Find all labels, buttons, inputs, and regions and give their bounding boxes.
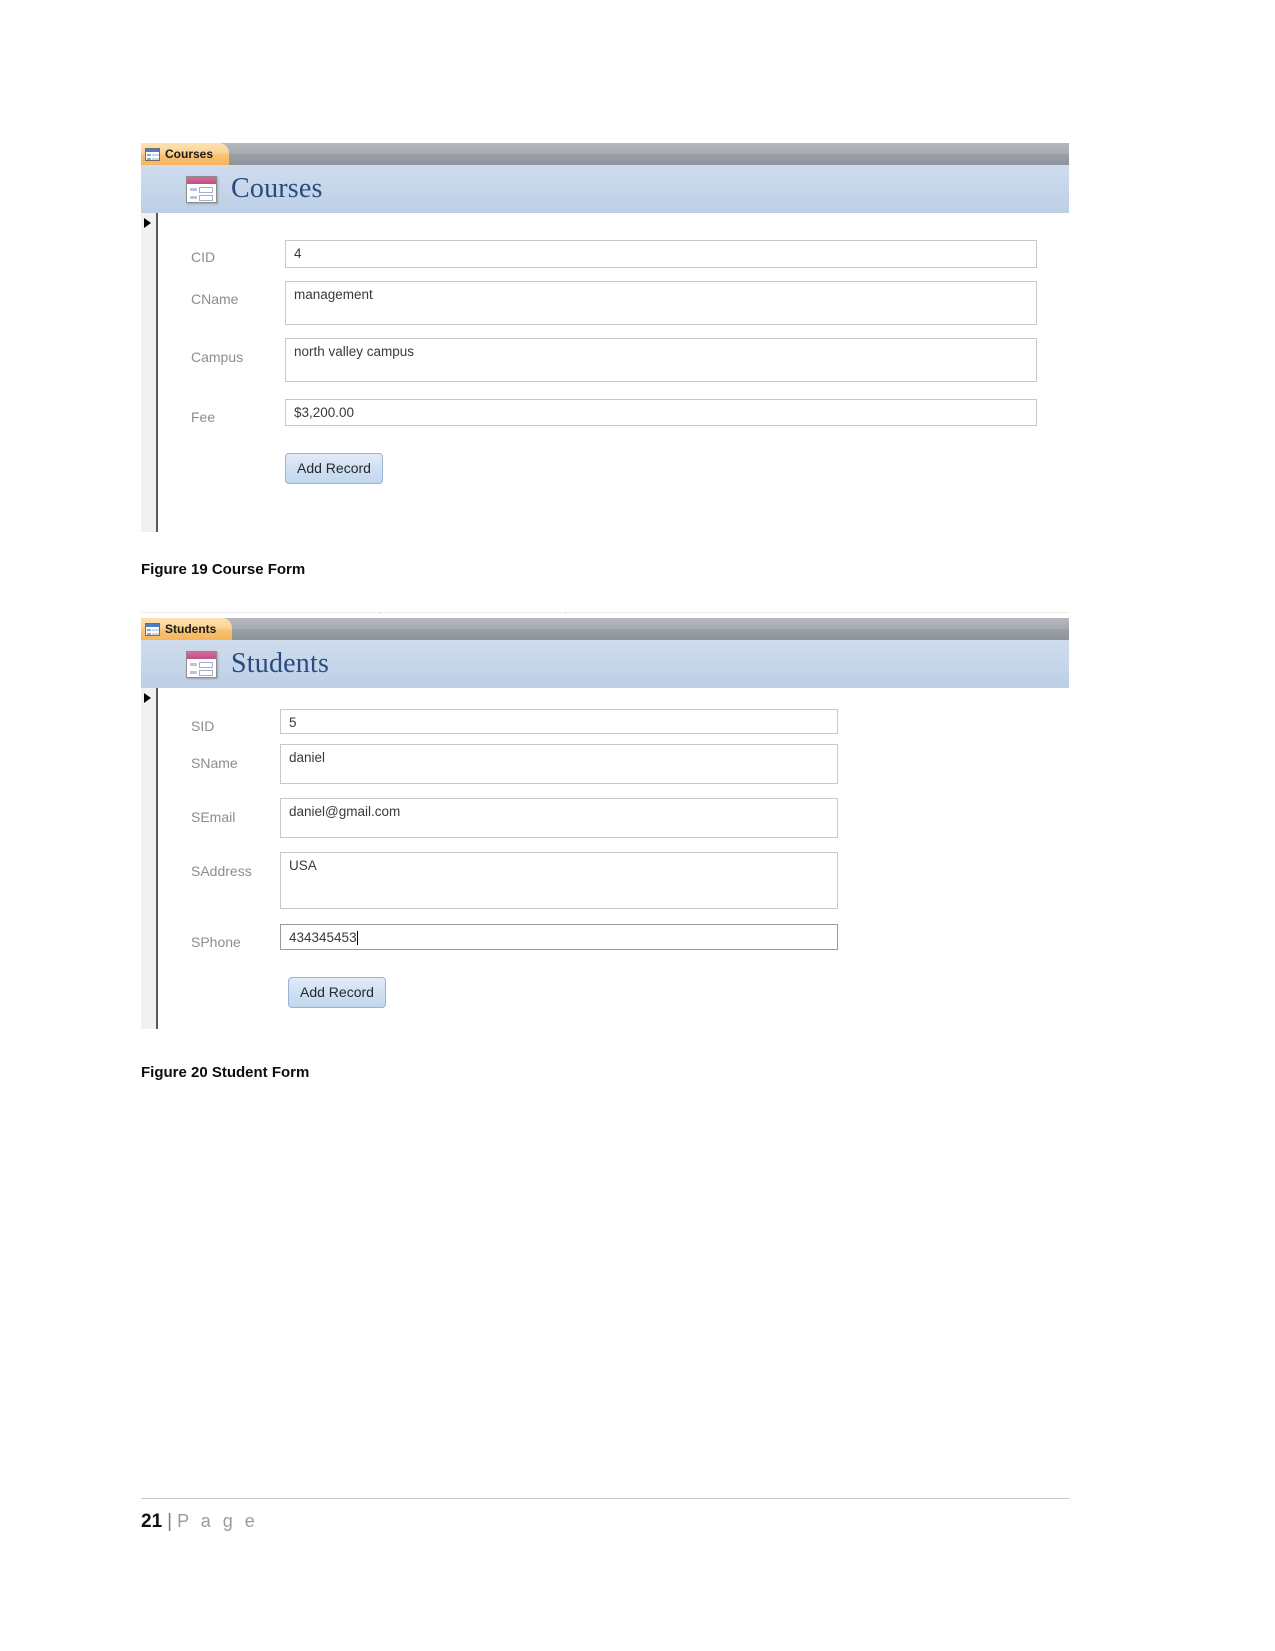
field-label-sphone: SPhone xyxy=(191,934,241,950)
document-tab-label: Courses xyxy=(165,147,214,161)
form-body-courses: CID 4 CName management Campus north vall… xyxy=(141,213,1069,532)
document-tab-courses[interactable]: Courses xyxy=(141,143,230,165)
record-selector-gutter[interactable] xyxy=(141,688,158,1029)
field-input-fee[interactable]: $3,200.00 xyxy=(285,399,1037,426)
add-record-button[interactable]: Add Record xyxy=(285,453,383,484)
field-input-sid[interactable]: 5 xyxy=(280,709,838,734)
form-header-courses: Courses xyxy=(141,165,1069,213)
field-label-sid: SID xyxy=(191,718,215,734)
form-icon xyxy=(145,622,160,636)
footer-page-number: 21 xyxy=(141,1511,163,1532)
footer-page-word: P a g e xyxy=(177,1511,259,1531)
field-input-sname[interactable]: daniel xyxy=(280,744,838,784)
field-label-saddress: SAddress xyxy=(191,863,252,879)
form-header-students: Students xyxy=(141,640,1069,688)
ruler-guides xyxy=(141,612,1069,614)
document-tab-students[interactable]: Students xyxy=(141,618,233,640)
figure-caption-20: Figure 20 Student Form xyxy=(141,1064,310,1081)
form-icon xyxy=(145,147,160,161)
add-record-button[interactable]: Add Record xyxy=(288,977,386,1008)
footer-separator: | xyxy=(167,1511,173,1532)
field-input-saddress[interactable]: USA xyxy=(280,852,838,909)
field-label-fee: Fee xyxy=(191,409,216,425)
form-body-students: SID 5 SName daniel SEmail daniel@gmail.c… xyxy=(141,688,1069,1029)
access-form-screenshot-courses: Courses Courses CID 4 CName management C… xyxy=(141,143,1069,532)
record-selector-arrow-icon xyxy=(144,218,151,228)
page-footer: 21 | P a g e xyxy=(141,1511,258,1533)
field-label-campus: Campus xyxy=(191,349,244,365)
access-form-screenshot-students: Students Students SID 5 SName daniel SEm… xyxy=(141,618,1069,1029)
document-page: Courses Courses CID 4 CName management C… xyxy=(0,0,1275,1651)
field-label-semail: SEmail xyxy=(191,809,236,825)
field-label-cid: CID xyxy=(191,249,216,265)
document-tab-bar-courses: Courses xyxy=(141,143,1069,165)
text-cursor xyxy=(356,931,358,945)
footer-divider xyxy=(141,1498,1069,1499)
field-label-sname: SName xyxy=(191,755,238,771)
record-selector-arrow-icon xyxy=(144,693,151,703)
form-title: Courses xyxy=(231,173,323,204)
field-label-cname: CName xyxy=(191,291,239,307)
field-input-sphone[interactable]: 434345453 xyxy=(280,924,838,950)
figure-caption-19: Figure 19 Course Form xyxy=(141,561,306,578)
document-tab-bar-students: Students xyxy=(141,618,1069,640)
field-input-campus[interactable]: north valley campus xyxy=(285,338,1037,382)
form-title: Students xyxy=(231,648,330,679)
field-input-semail[interactable]: daniel@gmail.com xyxy=(280,798,838,838)
field-input-cname[interactable]: management xyxy=(285,281,1037,325)
record-selector-gutter[interactable] xyxy=(141,213,158,532)
form-icon xyxy=(186,650,217,678)
document-tab-label: Students xyxy=(165,622,217,636)
form-icon xyxy=(186,175,217,203)
field-input-sphone-text: 434345453 xyxy=(289,930,357,945)
field-input-cid[interactable]: 4 xyxy=(285,240,1037,268)
